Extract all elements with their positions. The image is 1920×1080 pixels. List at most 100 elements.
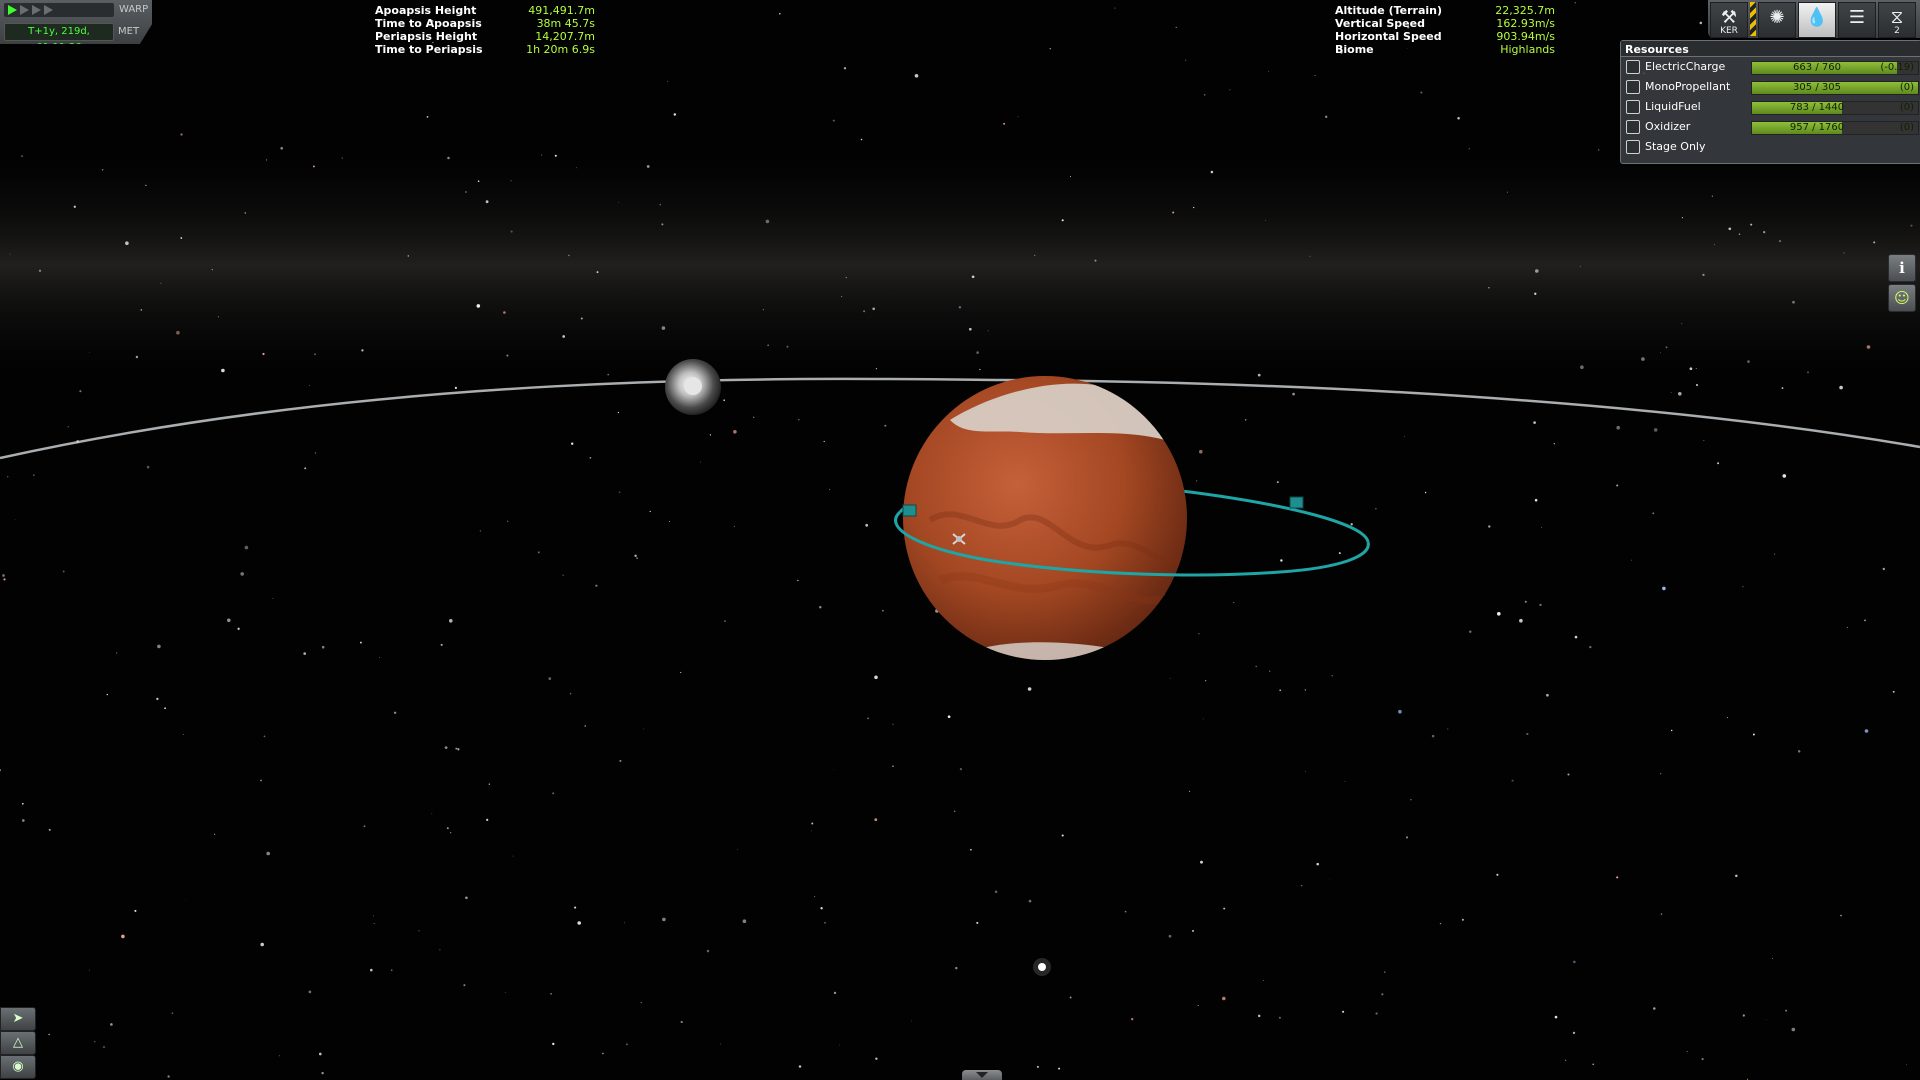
star bbox=[1205, 680, 1207, 682]
resource-name: ElectricCharge bbox=[1645, 60, 1726, 73]
star bbox=[426, 116, 429, 118]
resource-bar: 663 / 760 (-0.19) bbox=[1751, 61, 1919, 75]
vessel-focus-button[interactable]: ➤ bbox=[0, 1007, 36, 1031]
antenna-count: 2 bbox=[1894, 26, 1900, 36]
star bbox=[1616, 484, 1619, 487]
star bbox=[1589, 645, 1592, 649]
star bbox=[959, 768, 962, 771]
star bbox=[1027, 687, 1032, 691]
star bbox=[765, 219, 770, 224]
star bbox=[479, 530, 481, 532]
star bbox=[418, 930, 420, 932]
star bbox=[1292, 392, 1295, 396]
star bbox=[1342, 1010, 1345, 1013]
map-filter-button[interactable]: ◉ bbox=[0, 1055, 36, 1079]
star bbox=[540, 154, 543, 156]
star bbox=[314, 452, 317, 454]
readout-row: Vertical Speed 162.93m/s bbox=[1335, 17, 1555, 30]
star bbox=[1689, 367, 1693, 371]
star bbox=[1168, 934, 1172, 938]
star bbox=[1497, 612, 1501, 616]
maneuver-mode-button[interactable]: △ bbox=[0, 1031, 36, 1055]
warp-speed-4-icon[interactable] bbox=[44, 5, 53, 15]
moon-body[interactable] bbox=[665, 359, 721, 415]
star bbox=[373, 922, 375, 925]
stage-only-checkbox[interactable] bbox=[1626, 140, 1640, 154]
star bbox=[1678, 392, 1682, 396]
star bbox=[211, 268, 213, 271]
star bbox=[48, 1033, 50, 1036]
star bbox=[393, 711, 397, 715]
ker-button[interactable]: ⚒ KER bbox=[1710, 2, 1748, 38]
star bbox=[1276, 481, 1279, 484]
star bbox=[1681, 217, 1683, 219]
resource-bar: 783 / 1440 (0) bbox=[1751, 101, 1919, 115]
star bbox=[607, 373, 610, 376]
navball-toggle-tab[interactable] bbox=[962, 1070, 1002, 1080]
apoapsis-marker[interactable] bbox=[1289, 496, 1304, 509]
warp-speed-1-icon[interactable] bbox=[8, 5, 17, 15]
star bbox=[321, 1071, 324, 1075]
star bbox=[884, 424, 887, 427]
star bbox=[359, 641, 362, 644]
resource-name: MonoPropellant bbox=[1645, 80, 1731, 93]
star bbox=[21, 819, 25, 822]
star bbox=[797, 579, 799, 582]
star bbox=[1439, 922, 1442, 925]
periapsis-marker[interactable] bbox=[902, 504, 917, 517]
star bbox=[1405, 836, 1409, 839]
star bbox=[1533, 421, 1536, 424]
star bbox=[1892, 690, 1895, 693]
resources-button[interactable]: 💧 bbox=[1798, 2, 1836, 38]
warp-speed-2-icon[interactable] bbox=[20, 5, 29, 15]
star bbox=[552, 792, 555, 795]
star bbox=[819, 605, 822, 609]
star bbox=[550, 992, 553, 995]
resource-checkbox[interactable] bbox=[1626, 80, 1640, 94]
engineer-button[interactable]: ✺ bbox=[1758, 2, 1796, 38]
star bbox=[1866, 345, 1871, 349]
resource-checkbox[interactable] bbox=[1626, 60, 1640, 74]
star bbox=[762, 309, 764, 311]
star bbox=[318, 1052, 322, 1056]
star bbox=[1197, 1004, 1199, 1007]
star bbox=[574, 906, 577, 909]
star bbox=[736, 849, 738, 850]
star bbox=[1447, 728, 1449, 730]
star bbox=[1061, 219, 1064, 222]
star bbox=[106, 693, 109, 696]
kerbal-icon: ☺ bbox=[1894, 289, 1910, 307]
star bbox=[1420, 91, 1423, 94]
star bbox=[465, 896, 468, 900]
warp-speed-3-icon[interactable] bbox=[32, 5, 41, 15]
star bbox=[832, 119, 835, 122]
resource-checkbox[interactable] bbox=[1626, 120, 1640, 134]
toolbar-separator bbox=[1750, 2, 1756, 36]
info-icon: i bbox=[1899, 259, 1905, 277]
kerbal-portrait-button[interactable]: ☺ bbox=[1888, 284, 1916, 312]
fuel-drop-icon: 💧 bbox=[1805, 7, 1829, 28]
engineer-icon: ✺ bbox=[1769, 7, 1785, 28]
star bbox=[1257, 1014, 1261, 1018]
star bbox=[1539, 603, 1542, 607]
star bbox=[618, 201, 620, 203]
star bbox=[476, 304, 481, 308]
star bbox=[720, 1043, 722, 1045]
notes-button[interactable]: ☰ bbox=[1838, 2, 1876, 38]
star bbox=[955, 966, 958, 970]
star bbox=[968, 327, 972, 331]
commnet-button[interactable]: ⧖ 2 bbox=[1878, 2, 1916, 38]
star bbox=[1193, 206, 1195, 209]
star bbox=[1375, 507, 1377, 510]
star bbox=[503, 311, 506, 314]
warp-rate-selector[interactable] bbox=[4, 3, 114, 17]
star bbox=[447, 156, 450, 160]
info-button[interactable]: i bbox=[1888, 254, 1916, 282]
star bbox=[1681, 322, 1683, 324]
star bbox=[659, 204, 661, 206]
star bbox=[661, 326, 666, 330]
star bbox=[407, 255, 410, 257]
resource-checkbox[interactable] bbox=[1626, 100, 1640, 114]
mission-elapsed-time[interactable]: T+1y, 219d, 01:11:36 bbox=[4, 23, 114, 44]
star bbox=[244, 212, 247, 214]
